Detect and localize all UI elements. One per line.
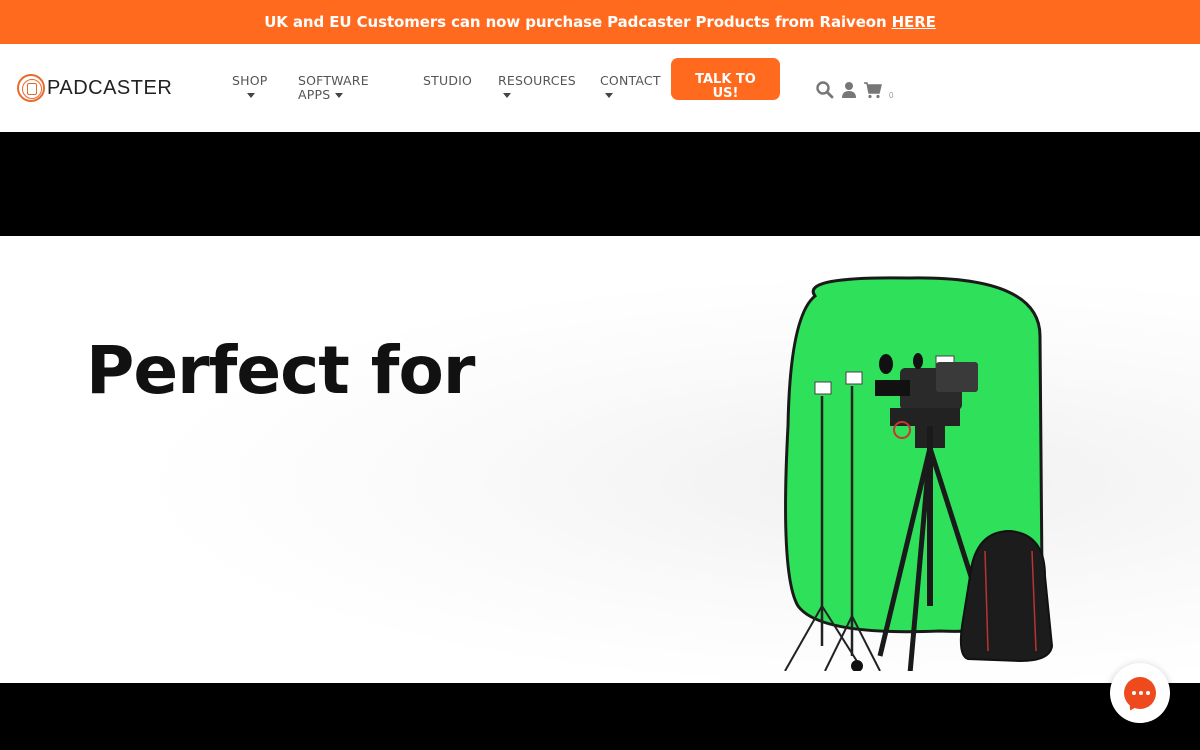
chevron-down-icon <box>334 93 343 98</box>
nav-software-apps[interactable]: SOFTWARE APPS <box>298 74 369 102</box>
promo-banner: UK and EU Customers can now purchase Pad… <box>0 0 1200 44</box>
cart-count: 0 <box>889 91 894 100</box>
chat-icon <box>1124 677 1156 709</box>
chat-launcher-button[interactable] <box>1110 663 1170 723</box>
logo-mark-icon <box>17 74 45 102</box>
nav-software-label-line2: APPS <box>298 87 331 102</box>
talk-to-us-button[interactable]: TALK TO US! <box>671 58 780 100</box>
promo-link[interactable]: HERE <box>892 13 936 31</box>
user-icon[interactable] <box>839 80 859 100</box>
chevron-down-icon <box>503 93 511 98</box>
site-header: PADCASTER SHOP SOFTWARE APPS STUDIO RESO… <box>0 44 1200 132</box>
hero-letterbox-bottom <box>0 683 1200 750</box>
logo[interactable]: PADCASTER <box>17 74 172 102</box>
promo-text: UK and EU Customers can now purchase Pad… <box>264 13 887 31</box>
hero-section: Perfect for <box>0 236 1200 683</box>
hero-letterbox-top <box>0 132 1200 236</box>
green-screen-kit-image <box>784 276 1054 671</box>
cart-icon[interactable] <box>863 80 883 100</box>
chevron-down-icon <box>605 93 613 98</box>
hero-title: Perfect for <box>86 332 475 409</box>
nav-studio[interactable]: STUDIO <box>423 74 472 88</box>
nav-resources[interactable]: RESOURCES <box>498 74 576 98</box>
nav-shop-label: SHOP <box>232 73 268 88</box>
nav-software-label-line1: SOFTWARE <box>298 73 369 88</box>
chevron-down-icon <box>247 93 255 98</box>
header-icons: 0 <box>815 79 893 100</box>
logo-text: PADCASTER <box>47 76 173 99</box>
nav-studio-label: STUDIO <box>423 73 473 88</box>
nav-resources-label: RESOURCES <box>498 73 576 88</box>
cta-label-line2: US! <box>712 86 739 101</box>
cta-label-line1: TALK TO <box>695 72 756 87</box>
nav-shop[interactable]: SHOP <box>232 74 268 98</box>
nav-contact-label: CONTACT <box>600 73 661 88</box>
search-icon[interactable] <box>815 80 835 100</box>
nav-contact[interactable]: CONTACT <box>600 74 661 98</box>
